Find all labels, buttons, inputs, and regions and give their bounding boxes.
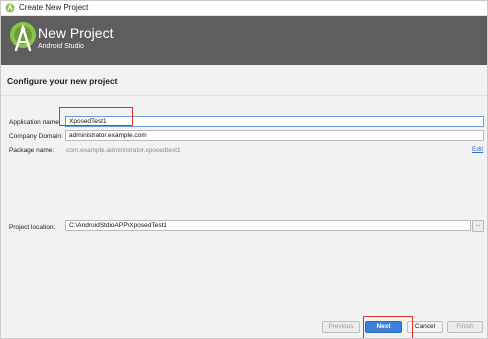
next-button[interactable]: Next	[365, 321, 402, 333]
project-location-label: Project location:	[9, 224, 56, 231]
android-studio-logo	[10, 22, 36, 52]
form-area: Application name: XposedTest1 Company Do…	[1, 96, 487, 338]
previous-button[interactable]: Previous	[322, 321, 360, 333]
app-name-label: Application name:	[9, 119, 61, 126]
header-subtitle: Android Studio	[38, 43, 84, 50]
project-location-input[interactable]: C:\AndroidStdioAPP\XposedTest1	[65, 220, 471, 231]
section-title: Configure your new project	[7, 76, 118, 86]
finish-button[interactable]: Finish	[447, 321, 483, 333]
package-name-value: com.example.administrator.xposedtest1	[66, 147, 181, 154]
browse-location-button[interactable]: ...	[472, 220, 484, 232]
section-header: Configure your new project	[1, 65, 487, 96]
package-name-label: Package name:	[9, 147, 55, 154]
edit-package-link[interactable]: Edit	[472, 145, 483, 154]
window-title: Create New Project	[19, 3, 89, 12]
company-domain-input[interactable]: administrator.example.com	[65, 130, 484, 141]
cancel-button[interactable]: Cancel	[407, 321, 443, 333]
app-name-input[interactable]: XposedTest1	[65, 116, 484, 127]
header-banner: New Project Android Studio	[1, 16, 487, 65]
header-title: New Project	[38, 25, 114, 41]
title-bar: Create New Project	[1, 1, 487, 16]
android-studio-icon	[5, 3, 15, 13]
create-project-dialog: Create New Project New Project Android S…	[0, 0, 488, 339]
company-domain-label: Company Domain:	[9, 133, 63, 140]
